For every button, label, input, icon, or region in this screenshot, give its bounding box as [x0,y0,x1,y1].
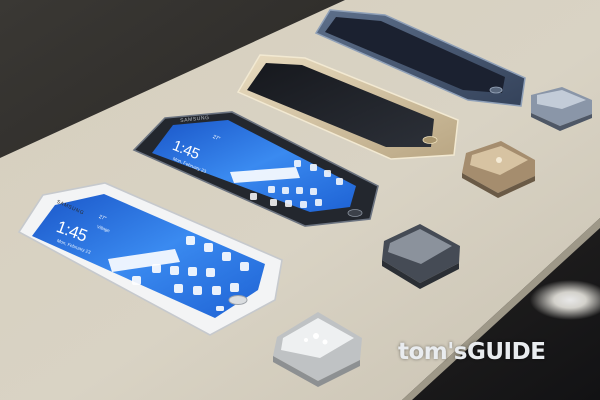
watermark-logo: tom'sGUIDE [398,339,546,365]
photo-scene: SAMSUNG 1:45 Mon, February 23 27° Villag… [0,0,600,400]
